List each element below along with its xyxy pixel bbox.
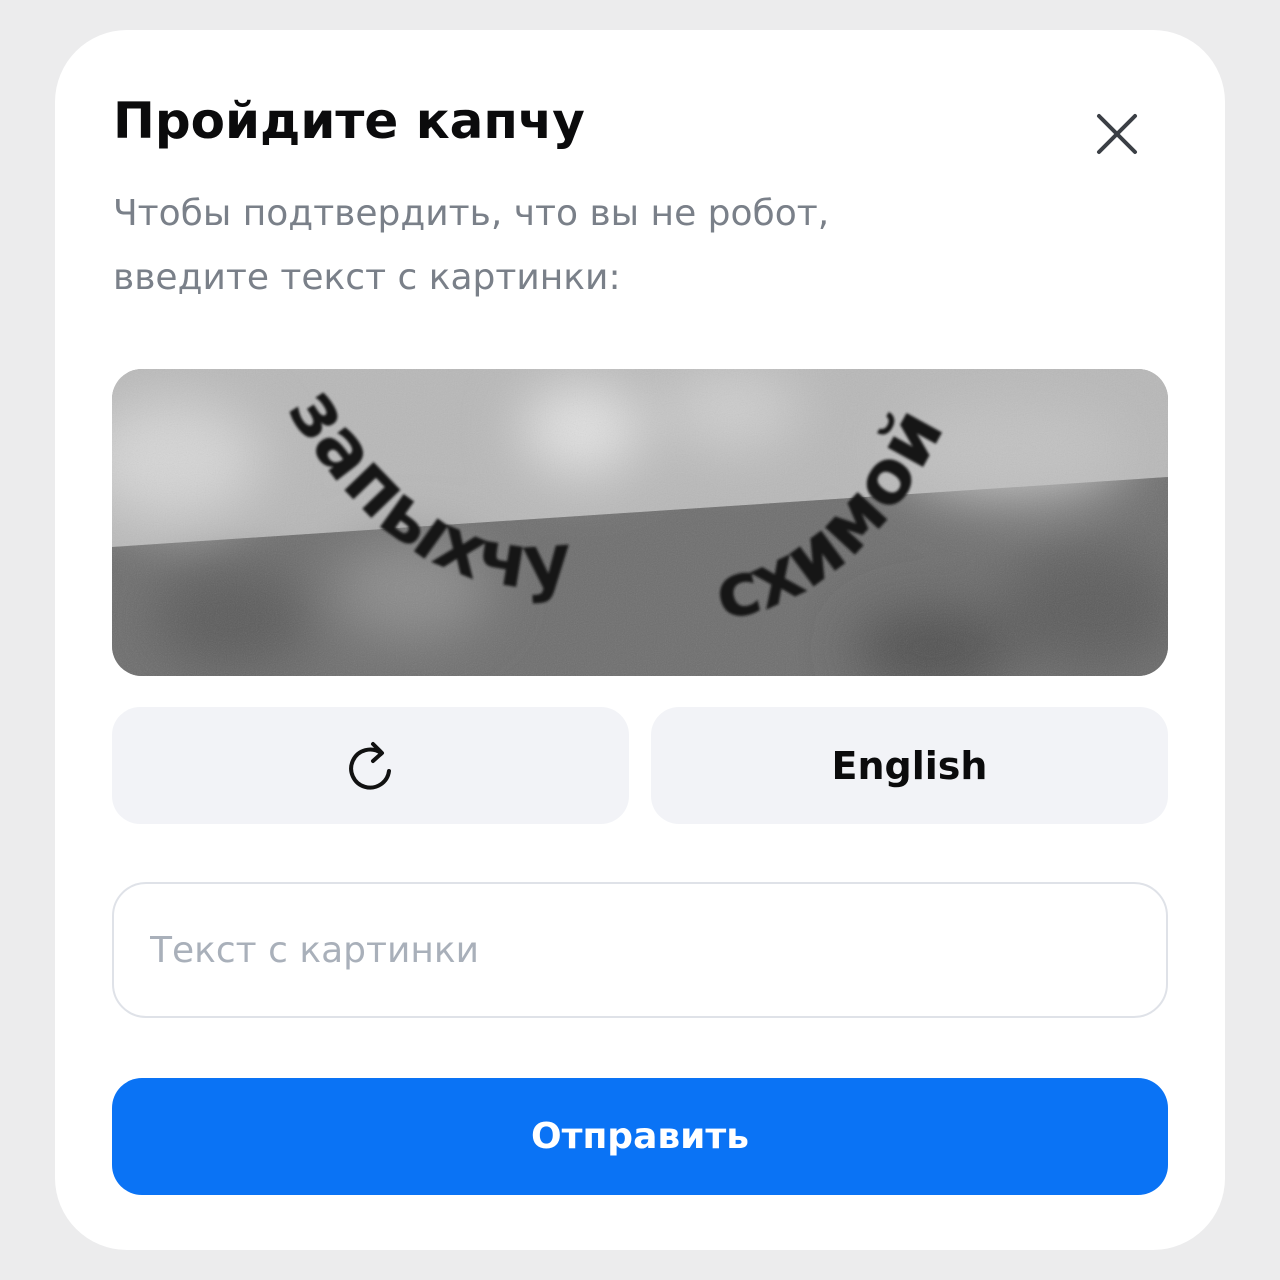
submit-button[interactable]: Отправить bbox=[112, 1078, 1168, 1195]
refresh-icon bbox=[348, 741, 391, 790]
language-button[interactable]: English bbox=[651, 707, 1168, 824]
subtitle-line-1: Чтобы подтвердить, что вы не робот, bbox=[113, 193, 830, 234]
refresh-captcha-button[interactable] bbox=[112, 707, 629, 824]
captcha-image: запыхчу схимой bbox=[112, 369, 1168, 676]
captcha-dialog: Пройдите капчу Чтобы подтвердить, что вы… bbox=[55, 30, 1225, 1250]
submit-button-label: Отправить bbox=[530, 1116, 750, 1157]
close-button[interactable] bbox=[1085, 102, 1149, 166]
dialog-title: Пройдите капчу bbox=[113, 92, 585, 150]
close-icon bbox=[1097, 114, 1137, 154]
language-button-label: English bbox=[831, 743, 988, 788]
dialog-subtitle: Чтобы подтвердить, что вы не робот, введ… bbox=[113, 182, 1013, 310]
subtitle-line-2: введите текст с картинки: bbox=[113, 257, 621, 298]
captcha-text-input[interactable] bbox=[112, 882, 1168, 1018]
